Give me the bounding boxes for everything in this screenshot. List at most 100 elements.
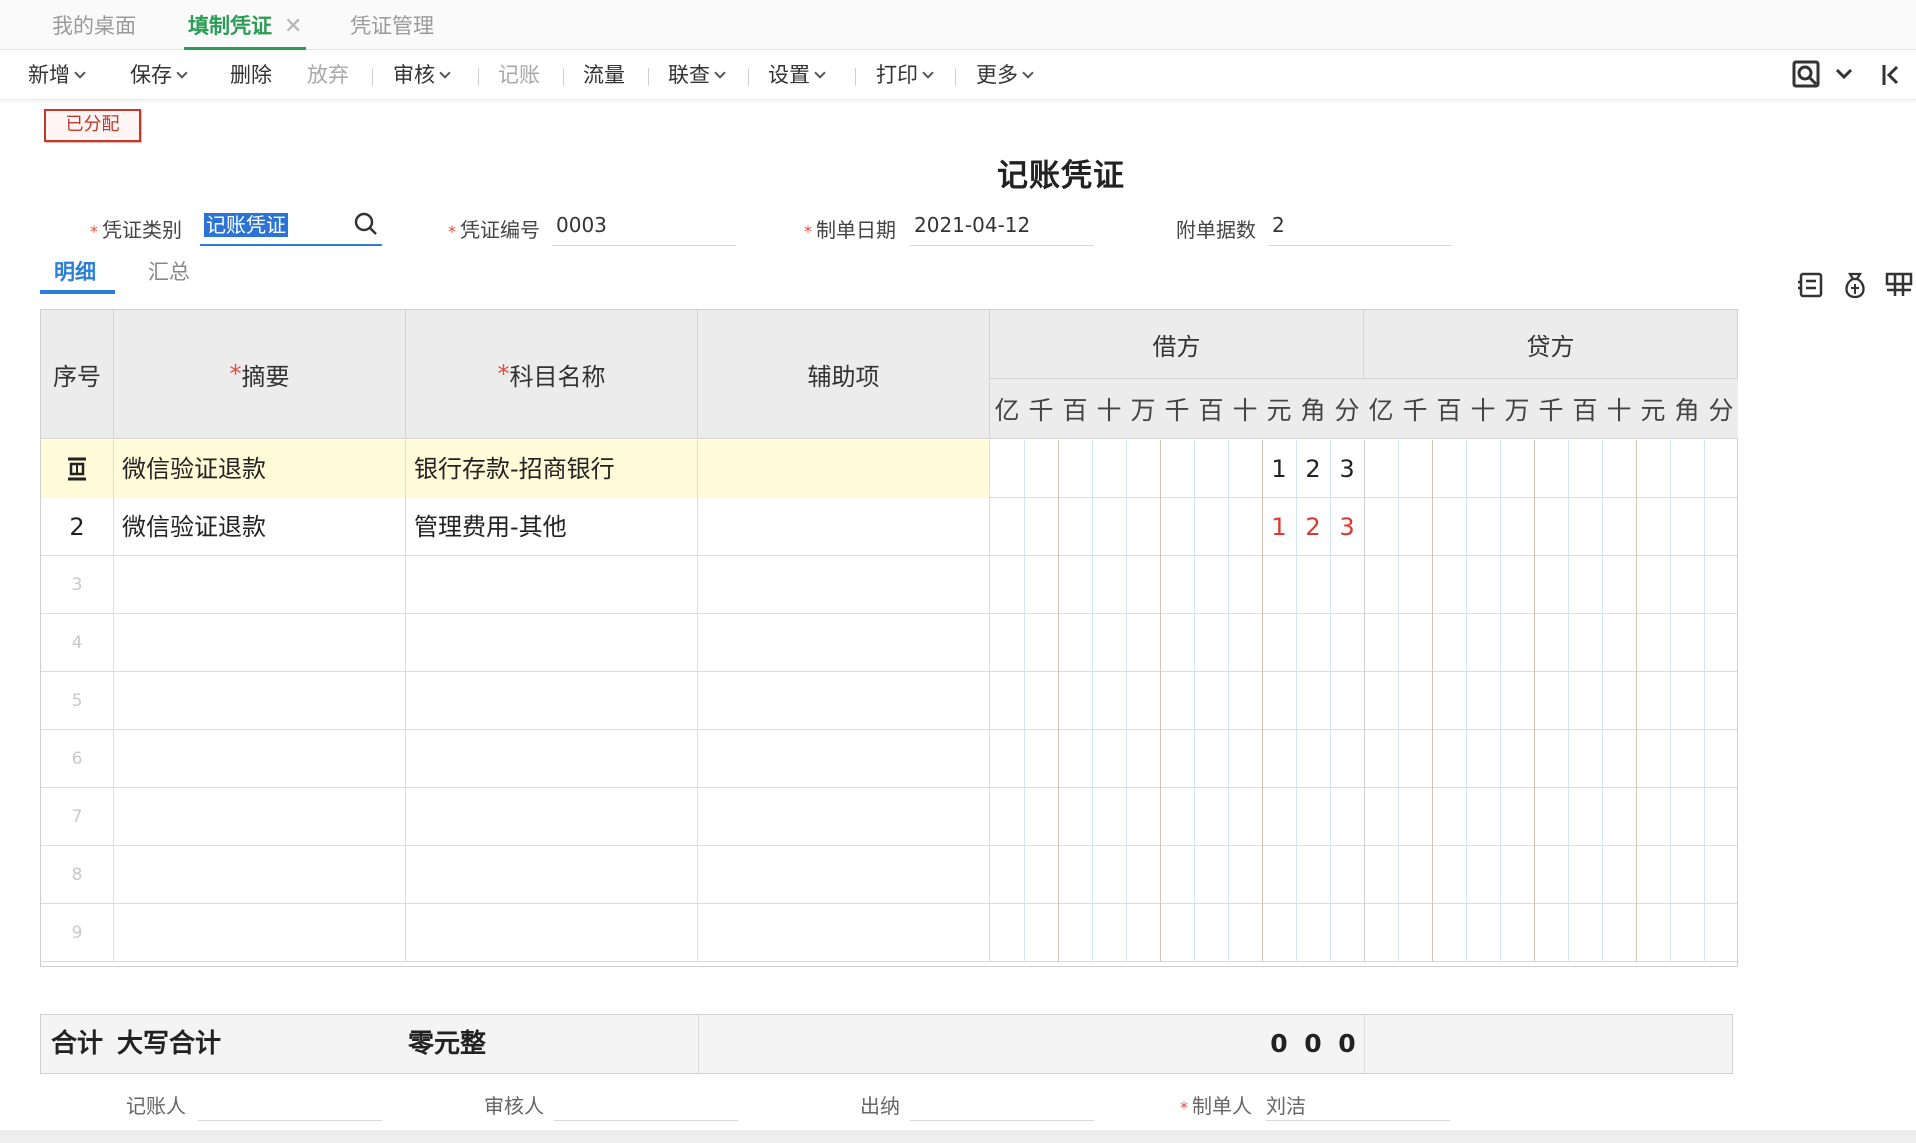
print-button[interactable]: 打印 [876,62,934,88]
table-row[interactable]: 4 [41,614,1737,672]
voucher-number-input[interactable]: 0003 [552,208,736,246]
post-button[interactable]: 记账 [498,62,540,88]
tab-detail[interactable]: 明细 [54,256,96,286]
add-button[interactable]: 新增 [28,62,86,88]
chevron-down-icon[interactable] [1834,64,1856,98]
flow-button[interactable]: 流量 [583,62,625,88]
digit-separator [1058,788,1059,846]
table-row[interactable]: 3 [41,556,1737,614]
cell-account[interactable] [406,614,698,672]
cell-summary[interactable] [114,614,406,672]
cell-account[interactable]: 银行存款-招商银行 [406,440,698,498]
cell-summary[interactable]: 微信验证退款 [114,498,406,556]
cell-aux[interactable] [698,556,990,614]
table-row[interactable]: 7 [41,788,1737,846]
row-insert-icon[interactable] [41,440,114,498]
cell-aux[interactable] [698,440,990,498]
cell-account[interactable] [406,672,698,730]
cell-summary[interactable] [114,672,406,730]
digit-separator [1262,904,1263,962]
digit-separator [1466,440,1467,498]
cell-account[interactable] [406,904,698,962]
settings-button[interactable]: 设置 [768,62,826,88]
voucher-category-label: * 凭证类别 [90,218,182,242]
cell-account[interactable]: 管理费用-其他 [406,498,698,556]
cell-summary[interactable] [114,730,406,788]
column-header-debit: 借方 [990,310,1364,379]
digit-separator [1262,672,1263,730]
debit-digit-header: 分 [1330,379,1364,439]
save-button[interactable]: 保存 [130,62,188,88]
digit-separator [1432,788,1433,846]
tab-voucher-management[interactable]: 凭证管理 [350,10,434,48]
row-seq: 4 [41,614,114,672]
columns-icon[interactable] [1884,270,1916,302]
digit-separator [1194,730,1195,788]
cell-account[interactable] [406,788,698,846]
cell-aux[interactable] [698,498,990,556]
table-row[interactable]: 8 [41,846,1737,904]
linked-query-button[interactable]: 联查 [668,62,726,88]
cell-summary[interactable] [114,788,406,846]
digit-separator [1670,556,1671,614]
digit-separator [1058,498,1059,556]
debit-digit-header: 角 [1296,379,1330,439]
digit-separator [1262,556,1263,614]
digit-separator [1636,556,1637,614]
cell-account[interactable] [406,846,698,904]
attachment-count-input[interactable]: 2 [1268,208,1452,246]
list-icon[interactable] [1796,270,1828,302]
debit-digit-header: 百 [1058,379,1092,439]
delete-button[interactable]: 删除 [230,62,272,88]
debit-credit-divider [1364,904,1365,962]
tab-fill-voucher[interactable]: 填制凭证 ✕ [184,10,307,50]
money-bag-icon[interactable] [1840,270,1872,302]
digit-separator [1126,730,1127,788]
totals-row: 合计 大写合计 零元整 000 [40,1014,1733,1074]
cashier-underline [910,1120,1094,1121]
cell-summary[interactable] [114,904,406,962]
more-button[interactable]: 更多 [976,62,1034,88]
tab-label: 凭证管理 [350,14,434,38]
tab-summary[interactable]: 汇总 [148,256,190,286]
cell-summary[interactable]: 微信验证退款 [114,440,406,498]
table-row[interactable]: 2 微信验证退款 管理费用-其他 1 2 3 [41,498,1737,556]
digit-separator [1636,498,1637,556]
cell-summary[interactable] [114,846,406,904]
close-icon[interactable]: ✕ [284,14,302,39]
table-row[interactable]: 5 [41,672,1737,730]
cell-aux[interactable] [698,846,990,904]
tab-my-desktop[interactable]: 我的桌面 [52,10,136,48]
voucher-category-input[interactable]: 记账凭证 [200,208,382,246]
collapse-panel-icon[interactable] [1880,62,1902,96]
preview-icon[interactable] [1790,58,1822,92]
cell-aux[interactable] [698,788,990,846]
audit-button[interactable]: 审核 [393,62,451,88]
bookkeeper-label: 记账人 [126,1094,186,1118]
cell-aux[interactable] [698,730,990,788]
maker-value[interactable]: 刘洁 [1266,1090,1306,1122]
digit-separator [1228,498,1229,556]
digit-separator [1500,440,1501,498]
digit-separator [1024,846,1025,904]
chevron-down-icon [439,67,451,79]
cell-aux[interactable] [698,904,990,962]
debit-digit-header: 十 [1092,379,1126,439]
voucher-date-input[interactable]: 2021-04-12 [910,208,1094,246]
cell-account[interactable] [406,556,698,614]
cell-summary[interactable] [114,556,406,614]
digit-separator [1024,614,1025,672]
attachment-count-label: 附单据数 [1176,218,1256,242]
table-row[interactable]: 6 [41,730,1737,788]
table-row[interactable]: 微信验证退款 银行存款-招商银行 1 2 3 [41,440,1737,498]
abandon-button[interactable]: 放弃 [307,62,349,88]
credit-digit-header: 亿 [1364,379,1398,439]
cell-aux[interactable] [698,672,990,730]
search-icon[interactable] [352,210,382,250]
table-row[interactable]: 9 [41,904,1737,962]
toolbar: 新增 保存 删除 放弃 审核 记账 流量 联查 设置 打印 更多 [0,50,1916,100]
digit-separator [1126,556,1127,614]
toolbar-divider [478,68,479,86]
cell-aux[interactable] [698,614,990,672]
cell-account[interactable] [406,730,698,788]
